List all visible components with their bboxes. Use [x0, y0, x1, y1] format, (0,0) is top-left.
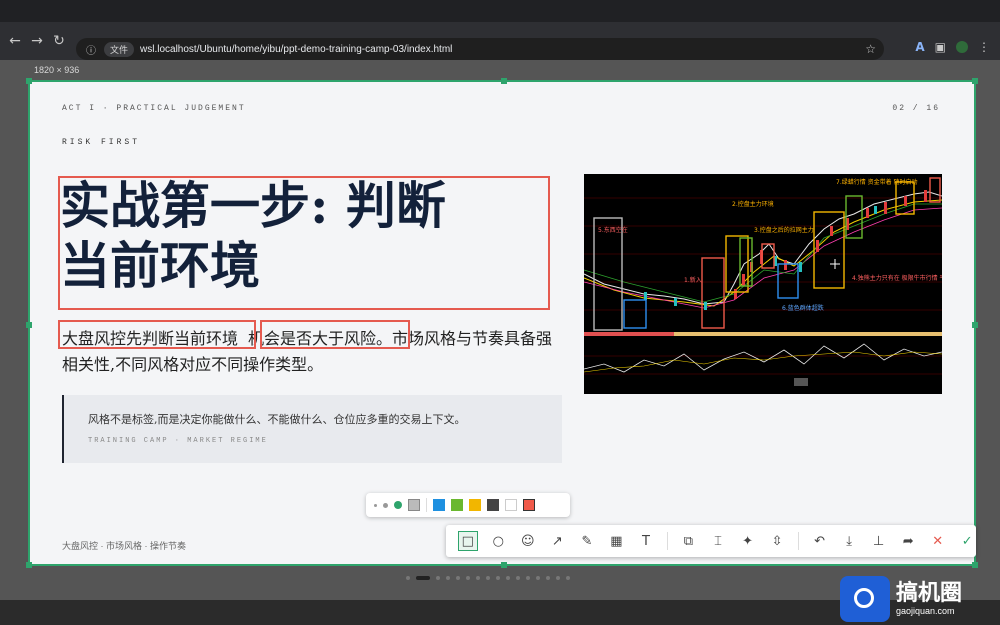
pagination-dot[interactable]: [416, 576, 430, 580]
pencil-icon[interactable]: ✎: [578, 532, 596, 550]
color-swatch-yellow[interactable]: [469, 499, 481, 511]
chart-annotation-5: 1.新入: [684, 276, 702, 284]
pagination-dot[interactable]: [466, 576, 470, 580]
color-swatch-green[interactable]: [451, 499, 463, 511]
mosaic-icon[interactable]: ▦: [608, 532, 626, 550]
kicker: RISK FIRST: [62, 138, 141, 147]
stock-chart-image: 5.东西空在 2.控盘主力环境 3.控盘之后的拉网主力 7.绿蜡行情 资金带着 …: [583, 174, 1000, 394]
act-label: ACT I · PRACTICAL JUDGEMENT: [62, 104, 246, 113]
quote-source: TRAINING CAMP · MARKET REGIME: [88, 437, 268, 445]
pagination-dot[interactable]: [536, 576, 540, 580]
annotation-box-para-1[interactable]: [58, 320, 256, 349]
ellipse-icon[interactable]: ○: [490, 532, 508, 550]
bookmark-star-icon[interactable]: ☆: [865, 42, 876, 56]
stroke-size-small[interactable]: [374, 503, 377, 507]
share-icon[interactable]: ➦: [899, 532, 917, 550]
profile-avatar[interactable]: [956, 41, 968, 53]
pagination-dot[interactable]: [556, 576, 560, 580]
watermark-domain: gaojiquan.com: [896, 605, 955, 616]
pagination-dot[interactable]: [476, 576, 480, 580]
pagination-dot[interactable]: [546, 576, 550, 580]
viewport-size-label: 1820 × 936: [34, 65, 80, 75]
color-swatch-dark[interactable]: [487, 499, 499, 511]
forward-icon[interactable]: →: [26, 30, 48, 52]
confirm-icon[interactable]: ✓: [958, 532, 976, 550]
palette-divider: [426, 498, 427, 512]
security-chip[interactable]: 文件: [104, 41, 135, 57]
emoji-icon[interactable]: ☺: [519, 532, 537, 550]
screenshot-toolbar: □ ○ ☺ ↗ ✎ ▦ T ⧉ ⌶ ✦ ⇳ ↶ ⤓ ⊥ ➦ ✕ ✓: [446, 525, 976, 557]
quote-block: 风格不是标签,而是决定你能做什么、不能做什么、仓位应多重的交易上下文。 TRAI…: [62, 395, 562, 463]
text-icon[interactable]: T: [637, 532, 655, 550]
resize-handle-br[interactable]: [972, 562, 978, 568]
pagination-dot[interactable]: [446, 576, 450, 580]
color-swatch-blue[interactable]: [433, 499, 445, 511]
pin-icon[interactable]: ⧉: [680, 532, 698, 550]
chart-annotation-6: 6.蓝色群体超跌: [782, 304, 824, 312]
chart-annotation-7: 4.独熊主力只有在 极限牛市行情 平均股价长期稳场上 方(深证): [852, 274, 942, 282]
pagination-dot[interactable]: [406, 576, 410, 580]
address-bar[interactable]: ⓘ 文件 wsl.localhost/Ubuntu/home/yibu/ppt-…: [76, 38, 884, 60]
color-swatch-red[interactable]: [523, 499, 535, 511]
pagination-dot[interactable]: [436, 576, 440, 580]
stroke-size-medium[interactable]: [383, 502, 388, 508]
resize-handle-bc[interactable]: [501, 562, 507, 568]
chart-annotation-2: 2.控盘主力环境: [732, 200, 774, 208]
toolbar-divider-1: [666, 532, 668, 550]
site-info-icon[interactable]: ⓘ: [86, 42, 96, 57]
pagination-dot[interactable]: [566, 576, 570, 580]
arrow-icon[interactable]: ↗: [549, 532, 567, 550]
pagination-dot[interactable]: [506, 576, 510, 580]
chart-annotation-3: 3.控盘之后的拉网主力: [754, 226, 814, 234]
pin-top-icon[interactable]: ⊥: [870, 532, 888, 550]
pagination-dot[interactable]: [486, 576, 490, 580]
annotation-box-title[interactable]: [58, 176, 550, 310]
chart-annotation-4: 7.绿蜡行情 资金带着 随时启动: [836, 178, 918, 186]
slide-footer: 大盘风控 · 市场风格 · 操作节奏: [62, 541, 186, 551]
resize-handle-tr[interactable]: [972, 78, 978, 84]
resize-handle-bl[interactable]: [26, 562, 32, 568]
site-watermark: 搞机圈 gaojiquan.com: [840, 572, 1000, 625]
close-icon[interactable]: ✕: [929, 532, 947, 550]
watermark-title: 搞机圈: [896, 580, 963, 606]
stroke-size-large[interactable]: [394, 501, 402, 509]
color-size-palette: [366, 493, 570, 517]
window-top-strip: [0, 0, 1000, 22]
annotation-box-para-2[interactable]: [260, 320, 410, 349]
browser-extension-icons: A ▣ ⋮: [915, 40, 990, 54]
url-text[interactable]: wsl.localhost/Ubuntu/home/yibu/ppt-demo-…: [140, 44, 452, 55]
slide-pagination: [406, 576, 570, 580]
quote-text: 风格不是标签,而是决定你能做什么、不能做什么、仓位应多重的交易上下文。: [88, 413, 466, 426]
pagination-dot[interactable]: [526, 576, 530, 580]
rectangle-icon[interactable]: □: [458, 531, 478, 551]
color-swatch-white[interactable]: [505, 499, 517, 511]
resize-handle-mr[interactable]: [972, 322, 978, 328]
stock-chart-svg: 5.东西空在 2.控盘主力环境 3.控盘之后的拉网主力 7.绿蜡行情 资金带着 …: [583, 174, 1000, 394]
chart-annotation-1: 5.东西空在: [598, 226, 628, 234]
resize-handle-tl[interactable]: [26, 78, 32, 84]
extensions-icon[interactable]: ▣: [935, 40, 946, 54]
translate-icon[interactable]: A: [915, 40, 924, 54]
reload-icon[interactable]: ↻: [48, 30, 70, 52]
scroll-capture-icon[interactable]: ⇳: [768, 532, 786, 550]
save-icon[interactable]: ⤓: [840, 532, 858, 550]
resize-handle-ml[interactable]: [26, 322, 32, 328]
watermark-logo-icon: [840, 575, 890, 622]
pagination-dot[interactable]: [516, 576, 520, 580]
undo-icon[interactable]: ↶: [811, 532, 829, 550]
magic-icon[interactable]: ✦: [739, 532, 757, 550]
back-icon[interactable]: ←: [4, 30, 26, 52]
page-counter: 02 / 16: [892, 104, 940, 113]
resize-handle-tc[interactable]: [501, 78, 507, 84]
pagination-dot[interactable]: [496, 576, 500, 580]
toolbar-divider-2: [797, 532, 799, 550]
pagination-dot[interactable]: [456, 576, 460, 580]
menu-icon[interactable]: ⋮: [978, 40, 990, 54]
fill-toggle-swatch[interactable]: [408, 499, 420, 511]
ocr-icon[interactable]: ⌶: [709, 532, 727, 550]
